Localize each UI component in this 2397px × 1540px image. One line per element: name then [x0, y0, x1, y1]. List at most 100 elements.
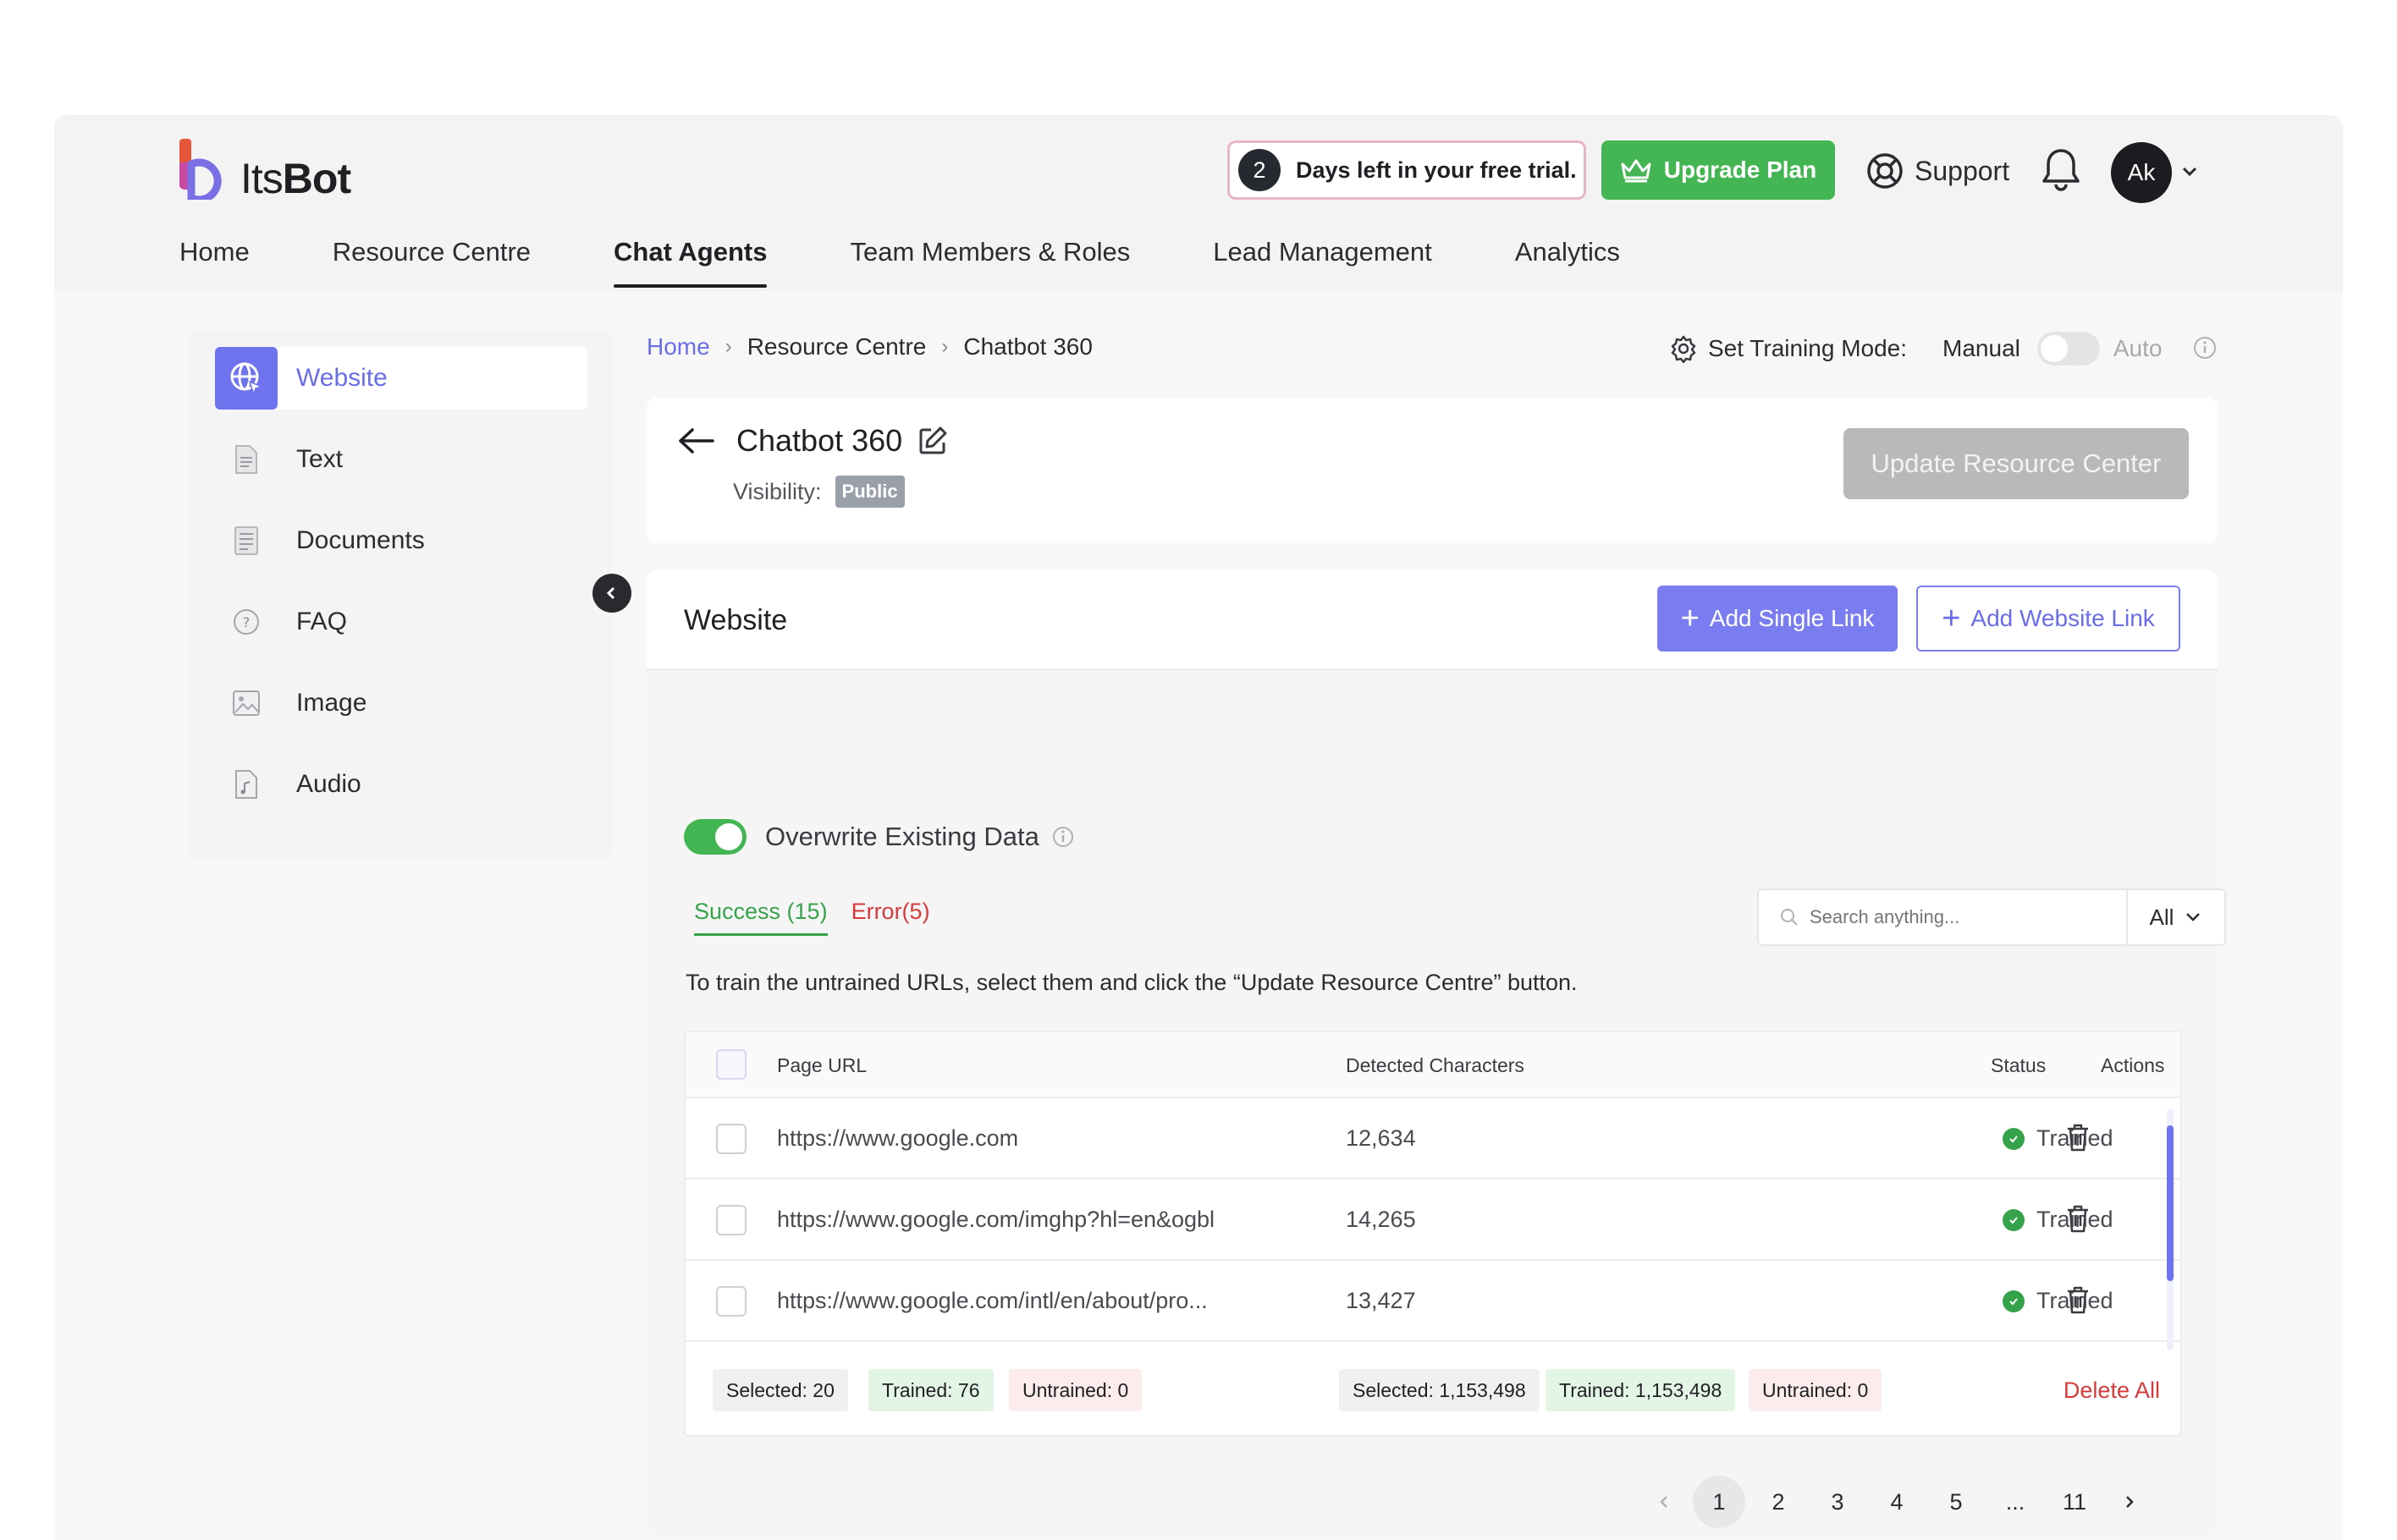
edit-icon[interactable] — [917, 426, 948, 456]
row-checkbox[interactable] — [716, 1286, 747, 1317]
column-header-status: Status — [1991, 1054, 2047, 1076]
page-button[interactable]: 5 — [1930, 1476, 1982, 1528]
nav-item-chat-agents[interactable]: Chat Agents — [614, 237, 768, 288]
tab-error[interactable]: Error(5) — [851, 899, 930, 936]
logo-mark — [178, 139, 232, 204]
sidebar-item-label: FAQ — [296, 608, 348, 635]
column-header-actions: Actions — [2101, 1054, 2165, 1076]
tab-success[interactable]: Success (15) — [694, 899, 828, 936]
chevron-right-icon: › — [725, 335, 732, 358]
sidebar: Website Text Documents ? FAQ Image Audio — [190, 330, 613, 860]
svg-text:?: ? — [243, 614, 251, 630]
sidebar-item-label: Audio — [296, 770, 361, 798]
nav-item-lead-management[interactable]: Lead Management — [1213, 237, 1432, 288]
chatbot-title: Chatbot 360 — [736, 423, 903, 458]
next-page-button[interactable] — [2108, 1476, 2150, 1528]
pagination: 1 2 3 4 5 ... 11 — [1644, 1476, 2157, 1528]
table-row: https://www.google.com/imghp?hl=en&ogbl … — [686, 1180, 2180, 1261]
add-single-link-button[interactable]: + Add Single Link — [1657, 586, 1898, 652]
table-footer: Selected: 20 Trained: 76 Untrained: 0 Se… — [686, 1342, 2180, 1435]
trash-icon[interactable] — [2065, 1122, 2091, 1157]
chevron-down-icon — [2186, 913, 2201, 921]
sidebar-item-text[interactable]: Text — [215, 428, 587, 491]
overwrite-label: Overwrite Existing Data — [765, 822, 1039, 851]
page-button[interactable]: 11 — [2048, 1476, 2101, 1528]
page-button[interactable]: 3 — [1811, 1476, 1864, 1528]
sidebar-collapse-button[interactable] — [592, 574, 631, 613]
row-chars: 13,427 — [1346, 1288, 1416, 1313]
search-box — [1757, 888, 2128, 946]
avatar[interactable]: Ak — [2111, 142, 2172, 203]
upgrade-plan-button[interactable]: Upgrade Plan — [1601, 140, 1835, 200]
check-circle-icon — [2003, 1127, 2025, 1150]
breadcrumb: Home › Resource Centre › Chatbot 360 — [647, 333, 1093, 360]
training-mode-manual[interactable]: Manual — [1942, 335, 2020, 362]
logo[interactable]: ItsBot — [178, 139, 351, 204]
page-button[interactable]: 1 — [1693, 1476, 1745, 1528]
check-circle-icon — [2003, 1290, 2025, 1312]
search-input[interactable] — [1810, 906, 2114, 928]
overwrite-row: Overwrite Existing Data — [684, 819, 1075, 855]
header: ItsBot 2 Days left in your free trial. U… — [54, 115, 2343, 291]
breadcrumb-home[interactable]: Home — [647, 333, 710, 360]
trash-icon[interactable] — [2065, 1284, 2091, 1319]
url-untrained-chip: Untrained: 0 — [1009, 1369, 1143, 1411]
website-section-title: Website — [684, 604, 788, 636]
page-ellipsis: ... — [2005, 1488, 2025, 1515]
info-icon[interactable] — [1051, 825, 1075, 849]
chars-selected-chip: Selected: 1,153,498 — [1339, 1369, 1540, 1411]
logo-text: ItsBot — [240, 155, 351, 202]
breadcrumb-resource-centre[interactable]: Resource Centre — [747, 333, 927, 360]
status-badge: Trained — [2003, 1125, 2113, 1152]
delete-all-button[interactable]: Delete All — [2064, 1378, 2160, 1404]
select-all-checkbox[interactable] — [716, 1049, 747, 1080]
row-url[interactable]: https://www.google.com — [777, 1125, 1018, 1152]
training-mode-toggle[interactable] — [2036, 332, 2100, 366]
sidebar-item-documents[interactable]: Documents — [215, 509, 587, 572]
prev-page-button[interactable] — [1644, 1476, 1686, 1528]
text-file-icon — [215, 428, 278, 491]
chevron-left-icon — [606, 586, 615, 600]
nav-item-team-members[interactable]: Team Members & Roles — [850, 237, 1130, 288]
add-website-link-button[interactable]: + Add Website Link — [1916, 586, 2180, 652]
image-icon — [215, 672, 278, 734]
filter-select[interactable]: All — [2126, 888, 2226, 946]
row-checkbox[interactable] — [716, 1124, 747, 1154]
sidebar-item-audio[interactable]: Audio — [215, 753, 587, 816]
update-resource-center-button[interactable]: Update Resource Center — [1843, 428, 2189, 499]
column-header-url: Page URL — [777, 1054, 868, 1076]
row-checkbox[interactable] — [716, 1205, 747, 1235]
sidebar-item-image[interactable]: Image — [215, 672, 587, 734]
lifebuoy-icon — [1867, 153, 1903, 189]
crown-icon — [1621, 159, 1651, 183]
table-row: https://www.google.com 12,634 Trained — [686, 1098, 2180, 1180]
nav-item-home[interactable]: Home — [179, 237, 250, 288]
table-row: https://www.google.com/intl/en/about/pro… — [686, 1261, 2180, 1342]
chevron-down-icon[interactable] — [2180, 162, 2199, 185]
info-icon[interactable] — [2192, 335, 2218, 365]
sidebar-item-faq[interactable]: ? FAQ — [215, 591, 587, 653]
training-hint: To train the untrained URLs, select them… — [686, 970, 1578, 995]
table-scrollbar-thumb[interactable] — [2167, 1125, 2174, 1281]
bell-icon[interactable] — [2042, 146, 2080, 197]
page-button[interactable]: 2 — [1752, 1476, 1805, 1528]
globe-icon — [215, 347, 278, 410]
trial-text: Days left in your free trial. — [1296, 157, 1577, 183]
training-mode-auto[interactable]: Auto — [2113, 335, 2163, 362]
column-header-chars: Detected Characters — [1346, 1054, 1524, 1076]
sidebar-item-website[interactable]: Website — [215, 347, 587, 410]
nav-item-resource-centre[interactable]: Resource Centre — [333, 237, 531, 288]
back-arrow-icon[interactable] — [675, 426, 716, 456]
visibility-label: Visibility: — [733, 478, 822, 504]
document-icon — [215, 509, 278, 572]
support-link[interactable]: Support — [1865, 146, 2009, 196]
overwrite-toggle[interactable] — [684, 819, 747, 855]
trash-icon[interactable] — [2065, 1203, 2091, 1238]
nav-item-analytics[interactable]: Analytics — [1515, 237, 1620, 288]
row-url[interactable]: https://www.google.com/imghp?hl=en&ogbl — [777, 1207, 1215, 1233]
trial-days-count: 2 — [1238, 149, 1281, 191]
row-url[interactable]: https://www.google.com/intl/en/about/pro… — [777, 1288, 1208, 1314]
status-badge: Trained — [2003, 1288, 2113, 1314]
page-button[interactable]: 4 — [1871, 1476, 1923, 1528]
result-tabs: Success (15) Error(5) — [694, 899, 930, 936]
